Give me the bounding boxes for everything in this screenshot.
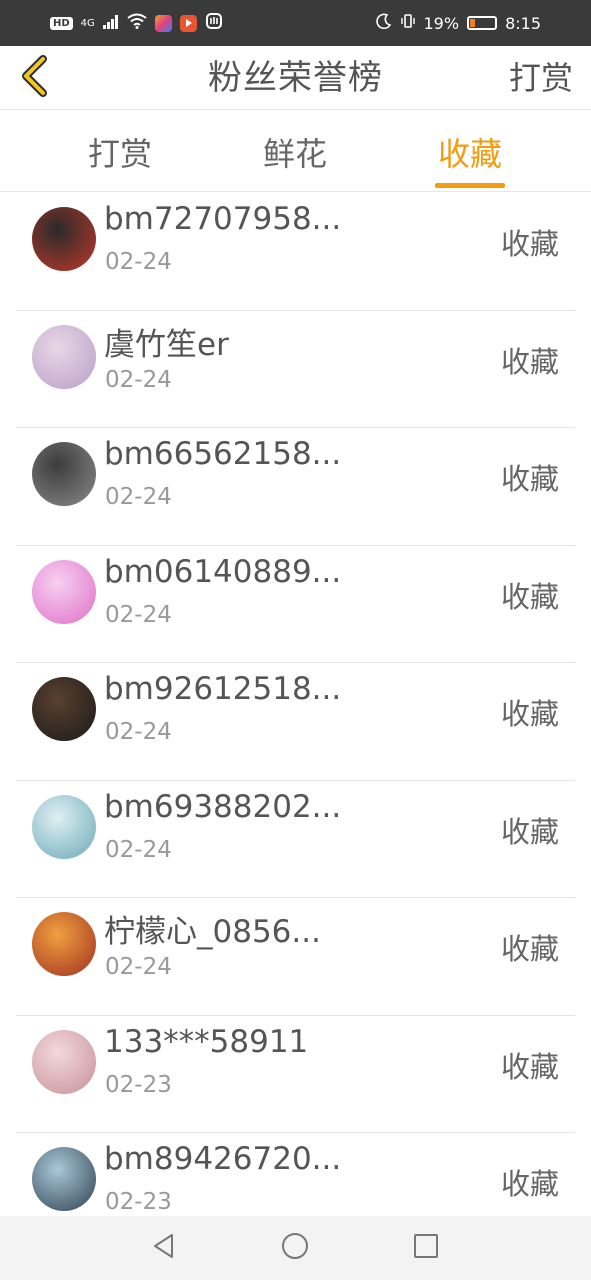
active-tab-indicator [435, 183, 505, 188]
reward-button[interactable]: 打赏 [509, 46, 573, 110]
avatar [32, 1029, 96, 1094]
avatar [32, 794, 96, 859]
system-nav-bar [0, 1216, 591, 1280]
date: 02-24 [105, 249, 172, 275]
battery-percent: 19% [423, 13, 460, 33]
list-item[interactable]: bm66562158... 02-24 收藏 [16, 428, 575, 546]
favorite-label: 收藏 [500, 1167, 559, 1201]
avatar [32, 677, 96, 741]
nav-recents-button[interactable] [410, 1232, 442, 1264]
list-item[interactable]: bm06140889... 02-24 收藏 [16, 546, 575, 663]
nav-back-button[interactable] [148, 1232, 180, 1264]
date: 02-24 [105, 601, 172, 628]
triangle-back-icon [150, 1232, 178, 1264]
tab-label: 收藏 [437, 134, 502, 173]
page-title: 粉丝荣誉榜 [208, 58, 383, 98]
favorite-label: 收藏 [500, 579, 559, 614]
date: 02-23 [105, 1071, 172, 1098]
tab-label: 鲜花 [262, 134, 327, 173]
square-recents-icon [412, 1232, 440, 1264]
hd-badge: HD [50, 16, 73, 30]
user-name: bm66562158... [104, 436, 342, 472]
battery-level [470, 19, 475, 27]
tab-reward[interactable]: 打赏 [70, 111, 170, 192]
tab-bar: 打赏 鲜花 收藏 [0, 111, 591, 192]
list-item[interactable]: 柠檬心_0856... 02-24 收藏 [16, 898, 575, 1016]
user-name: bm72707958... [104, 201, 342, 237]
hand-icon [205, 12, 223, 34]
favorite-label: 收藏 [500, 227, 559, 261]
header: 粉丝荣誉榜 打赏 [0, 46, 591, 110]
date: 02-23 [105, 1189, 172, 1215]
user-name: 虞竹笙er [104, 326, 229, 363]
date: 02-24 [105, 719, 172, 745]
favorite-label: 收藏 [500, 932, 559, 966]
wifi-icon [127, 13, 147, 33]
moon-icon [375, 13, 392, 33]
favorite-label: 收藏 [500, 814, 559, 849]
favorite-label: 收藏 [500, 697, 559, 731]
user-name: bm89426720... [104, 1141, 342, 1177]
video-app-icon [179, 14, 197, 32]
tab-label: 打赏 [87, 134, 152, 173]
tab-favorites[interactable]: 收藏 [420, 111, 520, 192]
date: 02-24 [105, 954, 172, 980]
tab-flowers[interactable]: 鲜花 [245, 111, 345, 192]
date: 02-24 [105, 836, 172, 863]
list-item[interactable]: bm69388202... 02-24 收藏 [16, 781, 575, 898]
app-notification-icon [154, 14, 172, 32]
status-right: 19% 8:15 [375, 13, 541, 33]
list-item[interactable]: 虞竹笙er 02-24 收藏 [16, 311, 575, 428]
list-item[interactable]: bm72707958... 02-24 收藏 [16, 193, 575, 311]
favorite-label: 收藏 [500, 344, 559, 379]
date: 02-24 [105, 366, 172, 393]
user-name: bm92612518... [104, 671, 342, 707]
avatar [32, 1147, 96, 1211]
user-name: 133***58911 [104, 1023, 309, 1060]
signal-label: 4G [80, 17, 95, 29]
user-name: 柠檬心_0856... [104, 914, 321, 950]
avatar [32, 324, 96, 389]
avatar [32, 207, 96, 271]
user-name: bm06140889... [104, 553, 342, 590]
avatar [32, 912, 96, 976]
list-item[interactable]: 133***58911 02-23 收藏 [16, 1016, 575, 1133]
status-left: HD 4G [50, 12, 223, 34]
status-bar: HD 4G 19% 8:15 [0, 0, 591, 46]
list-item[interactable]: bm92612518... 02-24 收藏 [16, 663, 575, 781]
circle-home-icon [281, 1232, 309, 1264]
clock: 8:15 [505, 13, 541, 33]
favorite-label: 收藏 [500, 462, 559, 496]
battery-icon [467, 16, 498, 30]
signal-icon [102, 14, 119, 33]
vibrate-icon [400, 13, 416, 33]
avatar [32, 442, 96, 506]
date: 02-24 [105, 484, 172, 510]
avatar [32, 559, 96, 624]
user-name: bm69388202... [104, 788, 342, 825]
nav-home-button[interactable] [279, 1232, 311, 1264]
fan-list: bm72707958... 02-24 收藏 虞竹笙er 02-24 收藏 bm… [0, 193, 591, 1251]
favorite-label: 收藏 [500, 1049, 559, 1084]
